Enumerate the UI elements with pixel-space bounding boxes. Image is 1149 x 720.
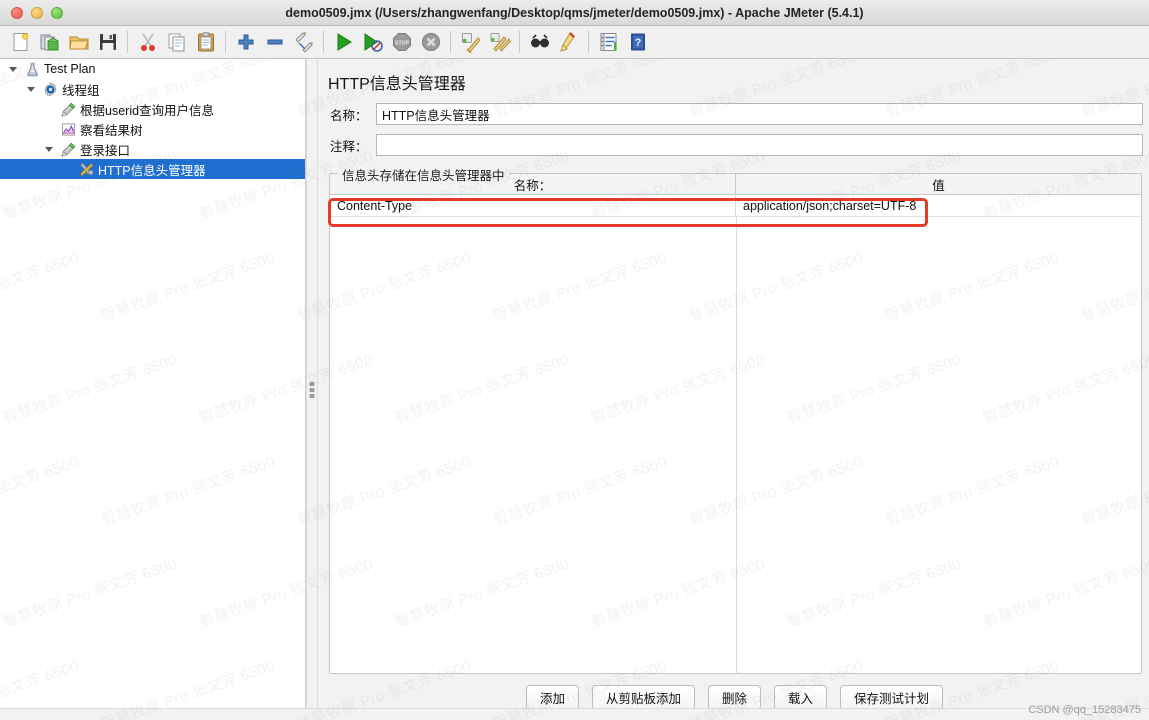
expander-toggle[interactable] [22,86,40,92]
start-icon[interactable] [329,28,358,56]
svg-text:?: ? [634,37,641,49]
copy-icon[interactable] [162,28,191,56]
header-manager-panel: HTTP信息头管理器 名称： 注释： 信息头存储在信息头管理器中 名称： 值 C… [318,59,1149,720]
minimize-button[interactable] [31,6,43,19]
toolbar-separator [323,31,324,53]
page-title: HTTP信息头管理器 [328,76,466,93]
thread-group-icon [40,81,60,97]
expander-toggle[interactable] [40,146,58,152]
split-divider[interactable] [306,59,318,720]
add-from-clipboard-button[interactable]: 从剪贴板添加 [591,684,695,710]
cut-icon[interactable] [133,28,162,56]
headers-table-header: 名称： 值 [330,174,1141,195]
table-row[interactable]: Content-Type application/json;charset=UT… [330,195,1141,217]
close-button[interactable] [11,6,23,19]
toolbar-separator [588,31,589,53]
open-icon[interactable] [64,28,93,56]
paste-icon[interactable] [191,28,220,56]
collapse-all-icon[interactable] [260,28,289,56]
tree-node-label: 登录接口 [80,143,131,158]
delete-button[interactable]: 删除 [707,684,761,710]
tree-node-label: HTTP信息头管理器 [98,163,206,178]
comment-input[interactable] [376,134,1143,156]
name-field-label: 名称： [330,108,368,123]
window-controls [0,6,63,19]
tree-node-label: 根据userid查询用户信息 [80,103,215,118]
headers-table-body[interactable]: Content-Type application/json;charset=UT… [330,195,1141,673]
test-plan-icon [22,62,42,77]
svg-text:STOP: STOP [394,41,409,47]
column-header-value[interactable]: 值 [736,174,1141,194]
search-icon[interactable] [525,28,554,56]
toggle-icon[interactable] [289,28,318,56]
toolbar: STOP ? [0,26,1149,59]
save-icon[interactable] [93,28,122,56]
name-field-row: 名称： [326,103,1143,125]
table-column-divider [736,217,737,673]
clear-icon[interactable] [456,28,485,56]
comment-field-label: 注释： [330,139,368,154]
save-test-plan-button[interactable]: 保存测试计划 [840,684,944,710]
toolbar-separator [519,31,520,53]
expander-toggle[interactable] [4,66,22,72]
split-divider-grip[interactable] [309,381,315,398]
tree-node-view-results-tree[interactable]: 察看结果树 [0,119,305,139]
help-icon[interactable]: ? [623,28,652,56]
clear-all-icon[interactable] [485,28,514,56]
jmeter-window: demo0509.jmx (/Users/zhangwenfang/Deskto… [0,0,1149,720]
reset-search-icon[interactable] [554,28,583,56]
tree-node-test-plan[interactable]: Test Plan [0,59,305,79]
http-sampler-icon [58,142,78,157]
tree-node-label: Test Plan [44,62,96,76]
tree-node-thread-group[interactable]: 线程组 [0,79,305,99]
function-helper-icon[interactable] [594,28,623,56]
name-input[interactable] [376,103,1143,125]
cell-header-value[interactable]: application/json;charset=UTF-8 [736,195,1141,216]
tree-node-http-request-login[interactable]: 登录接口 [0,139,305,159]
credit-text: CSDN @qq_15283475 [1028,704,1141,716]
zoom-button[interactable] [51,6,63,19]
stop-icon[interactable]: STOP [387,28,416,56]
expand-all-icon[interactable] [231,28,260,56]
comment-field-row: 注释： [326,134,1143,156]
cell-header-name[interactable]: Content-Type [330,195,736,216]
view-results-tree-icon [58,122,78,137]
load-button[interactable]: 载入 [774,684,828,710]
start-no-pauses-icon[interactable] [358,28,387,56]
http-sampler-icon [58,102,78,117]
tree-node-http-header-manager[interactable]: HTTP信息头管理器 [0,159,305,179]
header-manager-icon [76,162,96,177]
new-icon[interactable] [6,28,35,56]
add-button[interactable]: 添加 [525,684,579,710]
shutdown-icon[interactable] [416,28,445,56]
toolbar-separator [127,31,128,53]
window-title: demo0509.jmx (/Users/zhangwenfang/Deskto… [285,5,864,20]
templates-icon[interactable] [35,28,64,56]
test-plan-tree[interactable]: Test Plan 线程组 根据userid查询用户信息 察看结果树 登录接口 … [0,59,306,720]
title-bar: demo0509.jmx (/Users/zhangwenfang/Deskto… [0,0,1149,26]
headers-group-box: 信息头存储在信息头管理器中 名称： 值 Content-Type applica… [329,165,1142,674]
toolbar-separator [225,31,226,53]
tree-node-label: 察看结果树 [80,123,143,138]
main-split-pane: Test Plan 线程组 根据userid查询用户信息 察看结果树 登录接口 … [0,59,1149,720]
tree-node-http-request-query-user[interactable]: 根据userid查询用户信息 [0,99,305,119]
tree-node-label: 线程组 [62,83,100,98]
toolbar-separator [450,31,451,53]
status-strip [0,708,1149,720]
column-header-name[interactable]: 名称： [330,174,736,194]
